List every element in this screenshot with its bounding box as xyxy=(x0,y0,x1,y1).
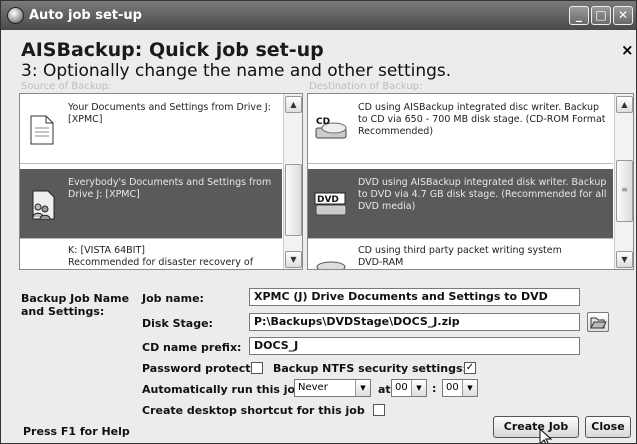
users-document-icon xyxy=(32,190,55,220)
at-label: at xyxy=(378,383,391,396)
svg-text:DVD: DVD xyxy=(317,195,339,205)
list-item[interactable]: CD CD using AISBackup integrated disc wr… xyxy=(308,94,613,164)
time-separator: : xyxy=(432,382,437,395)
list-item[interactable]: Everybody's Documents and Settings from … xyxy=(20,169,282,239)
close-label: Close xyxy=(591,420,625,433)
list-item-label: Everybody's Documents and Settings from … xyxy=(68,177,272,200)
list-item[interactable]: Your Documents and Settings from Drive J… xyxy=(20,94,282,164)
destination-label: Destination of Backup: xyxy=(309,81,423,92)
close-icon[interactable]: × xyxy=(621,41,634,59)
password-checkbox[interactable] xyxy=(251,362,263,374)
chevron-down-icon: ▼ xyxy=(411,380,426,396)
window-title: Auto job set-up xyxy=(29,8,142,23)
job-name-input[interactable]: XPMC (J) Drive Documents and Settings to… xyxy=(249,288,580,306)
auto-job-setup-window: Auto job set-up _ □ ✕ AISBackup: Quick j… xyxy=(0,0,637,444)
scroll-up-button[interactable]: ▲ xyxy=(285,96,302,113)
section-label: Backup Job Name and Settings: xyxy=(21,292,130,318)
mouse-cursor-icon xyxy=(539,428,553,443)
scroll-thumb[interactable]: ≡ xyxy=(616,160,633,222)
job-name-label: Job name: xyxy=(142,292,204,305)
list-item-label: CD using third party packet writing syst… xyxy=(358,245,562,268)
scroll-down-button[interactable]: ▼ xyxy=(285,251,302,268)
password-label: Password protect: xyxy=(142,362,255,375)
step-subtitle: 3: Optionally change the name and other … xyxy=(21,61,452,81)
autorun-label: Automatically run this job xyxy=(142,383,303,396)
app-icon xyxy=(7,7,24,24)
help-text: Press F1 for Help xyxy=(23,425,130,438)
create-job-label: Create Job xyxy=(503,420,569,433)
page-title: AISBackup: Quick job set-up xyxy=(21,39,324,61)
minute-select[interactable]: 00 ▼ xyxy=(442,379,478,397)
autorun-select[interactable]: Never ▼ xyxy=(294,379,371,397)
ntfs-checkbox[interactable]: ✓ xyxy=(464,362,476,374)
minute-value: 00 xyxy=(446,382,459,393)
chevron-down-icon: ▼ xyxy=(462,380,477,396)
hour-select[interactable]: 00 ▼ xyxy=(391,379,427,397)
maximize-button[interactable]: □ xyxy=(591,6,611,25)
list-item[interactable]: DVD DVD using AISBackup integrated disk … xyxy=(308,169,613,239)
ntfs-label: Backup NTFS security settings: xyxy=(273,362,467,375)
list-item[interactable]: K: [VISTA 64BIT] Recommended for disaste… xyxy=(20,239,282,270)
cd-prefix-label: CD name prefix: xyxy=(142,341,242,354)
job-settings-form: Backup Job Name and Settings: Job name: … xyxy=(1,270,636,443)
hour-value: 00 xyxy=(395,382,408,393)
chevron-down-icon: ▼ xyxy=(355,380,370,396)
source-list[interactable]: Your Documents and Settings from Drive J… xyxy=(19,93,303,270)
destination-list[interactable]: CD CD using AISBackup integrated disc wr… xyxy=(307,93,634,270)
list-item-label: K: [VISTA 64BIT] Recommended for disaste… xyxy=(68,245,254,268)
cd-prefix-input[interactable]: DOCS_J xyxy=(249,337,580,355)
browse-folder-button[interactable] xyxy=(587,312,609,332)
open-folder-icon xyxy=(590,317,607,329)
minimize-button[interactable]: _ xyxy=(569,6,589,25)
destination-scrollbar[interactable]: ▲ ≡ ▼ xyxy=(614,94,633,269)
drive-icon xyxy=(28,261,56,270)
source-scrollbar[interactable]: ▲ ▼ xyxy=(283,94,302,269)
document-icon xyxy=(30,115,54,145)
scroll-up-button[interactable]: ▲ xyxy=(616,96,633,113)
list-item[interactable]: CD using third party packet writing syst… xyxy=(308,239,613,269)
scroll-thumb[interactable] xyxy=(285,164,302,236)
list-item-label: DVD using AISBackup integrated disk writ… xyxy=(358,177,607,212)
list-item-label: Your Documents and Settings from Drive J… xyxy=(68,102,271,125)
create-job-button[interactable]: Create Job xyxy=(493,416,579,438)
cd-drive-icon: CD xyxy=(315,117,347,139)
drive-icon xyxy=(316,261,346,269)
dvd-drive-icon: DVD xyxy=(314,192,347,216)
autorun-value: Never xyxy=(298,382,328,393)
source-label: Source of Backup: xyxy=(21,81,112,92)
shortcut-label: Create desktop shortcut for this job xyxy=(142,404,365,417)
scroll-down-button[interactable]: ▼ xyxy=(616,251,633,268)
disk-stage-input[interactable]: P:\Backups\DVDStage\DOCS_J.zip xyxy=(249,313,580,331)
svg-text:CD: CD xyxy=(316,117,330,127)
list-item-label: CD using AISBackup integrated disc write… xyxy=(358,102,606,137)
title-bar[interactable]: Auto job set-up _ □ ✕ xyxy=(1,1,636,30)
close-window-button[interactable]: ✕ xyxy=(613,6,633,25)
disk-stage-label: Disk Stage: xyxy=(142,317,213,330)
shortcut-checkbox[interactable] xyxy=(373,404,385,416)
close-button[interactable]: Close xyxy=(585,416,631,438)
